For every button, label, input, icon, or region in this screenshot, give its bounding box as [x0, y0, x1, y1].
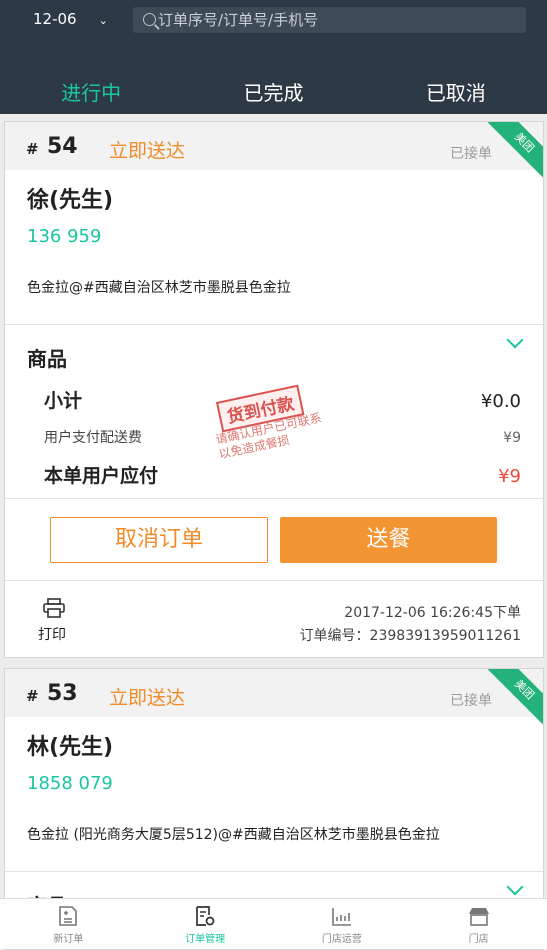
delivery-type: 立即送达 — [109, 140, 186, 162]
new-order-icon — [59, 906, 78, 926]
customer-name: 徐(先生) — [27, 188, 114, 213]
order-card-header: # 53 立即送达 已接单 美团 — [5, 669, 543, 737]
divider — [5, 580, 543, 581]
cancel-order-button[interactable]: 取消订单 — [50, 517, 268, 563]
payable-value: ¥9 — [498, 466, 521, 487]
nav-order-manage[interactable]: 订单管理 — [137, 899, 274, 949]
delivery-fee-label: 用户支付配送费 — [44, 430, 142, 446]
customer-phone[interactable]: 136 959 — [27, 226, 101, 247]
divider — [5, 498, 543, 499]
chevron-down-icon[interactable] — [506, 878, 524, 896]
customer-name: 林(先生) — [27, 735, 114, 760]
search-input[interactable]: 订单序号/订单号/手机号 — [133, 7, 526, 33]
nav-label: 订单管理 — [185, 934, 226, 945]
nav-label: 门店运营 — [321, 934, 362, 945]
top-header: 12-06 ⌄ 订单序号/订单号/手机号 进行中 已完成 已取消 — [0, 0, 547, 114]
deliver-button[interactable]: 送餐 — [280, 517, 497, 563]
nav-store-ops[interactable]: 门店运营 — [274, 899, 411, 949]
customer-address: 色金拉@#西藏自治区林芝市墨脱县色金拉 — [27, 280, 291, 296]
search-placeholder: 订单序号/订单号/手机号 — [158, 11, 319, 29]
printer-icon[interactable] — [43, 598, 65, 618]
order-manage-icon — [196, 906, 215, 926]
payable-label: 本单用户应付 — [44, 465, 159, 487]
delivery-type: 立即送达 — [109, 687, 186, 709]
order-number: 54 — [47, 134, 78, 159]
bottom-navigation: 新订单 订单管理 门店运营 门店 — [0, 898, 547, 949]
nav-new-order[interactable]: 新订单 — [0, 899, 137, 949]
subtotal-value: ¥0.0 — [480, 391, 521, 412]
nav-store[interactable]: 门店 — [410, 899, 547, 949]
tab-completed[interactable]: 已完成 — [182, 77, 364, 106]
goods-label: 商品 — [27, 347, 67, 371]
payable-row: 本单用户应付 ¥9 — [44, 461, 521, 488]
store-ops-icon — [332, 908, 351, 926]
hash-symbol: # — [26, 687, 39, 705]
delivery-fee-value: ¥9 — [503, 430, 521, 446]
nav-label: 门店 — [468, 934, 489, 945]
order-card-header: # 54 立即送达 已接单 美团 — [5, 122, 543, 190]
chevron-down-icon[interactable] — [506, 331, 524, 349]
customer-phone[interactable]: 1858 079 — [27, 773, 113, 794]
status-tabs: 进行中 已完成 已取消 — [0, 77, 547, 106]
subtotal-label: 小计 — [44, 390, 83, 412]
hash-symbol: # — [26, 140, 39, 158]
divider — [5, 871, 543, 872]
customer-address: 色金拉 (阳光商务大厦5层512)@#西藏自治区林芝市墨脱县色金拉 — [27, 827, 440, 843]
order-time: 2017-12-06 16:26:45下单 — [344, 605, 521, 621]
order-number: 53 — [47, 681, 78, 706]
date-selector[interactable]: 12-06 ⌄ — [33, 10, 108, 28]
order-status: 已接单 — [450, 693, 492, 709]
print-label[interactable]: 打印 — [38, 624, 66, 644]
tab-cancelled[interactable]: 已取消 — [365, 77, 547, 106]
date-value: 12-06 — [33, 10, 77, 28]
order-id: 订单编号：23983913959011261 — [299, 628, 521, 644]
store-icon — [468, 908, 489, 926]
chevron-down-icon: ⌄ — [98, 14, 108, 27]
divider — [5, 324, 543, 325]
nav-label: 新订单 — [53, 934, 84, 945]
tab-in-progress[interactable]: 进行中 — [0, 77, 182, 106]
order-status: 已接单 — [450, 146, 492, 162]
search-icon — [143, 13, 156, 26]
